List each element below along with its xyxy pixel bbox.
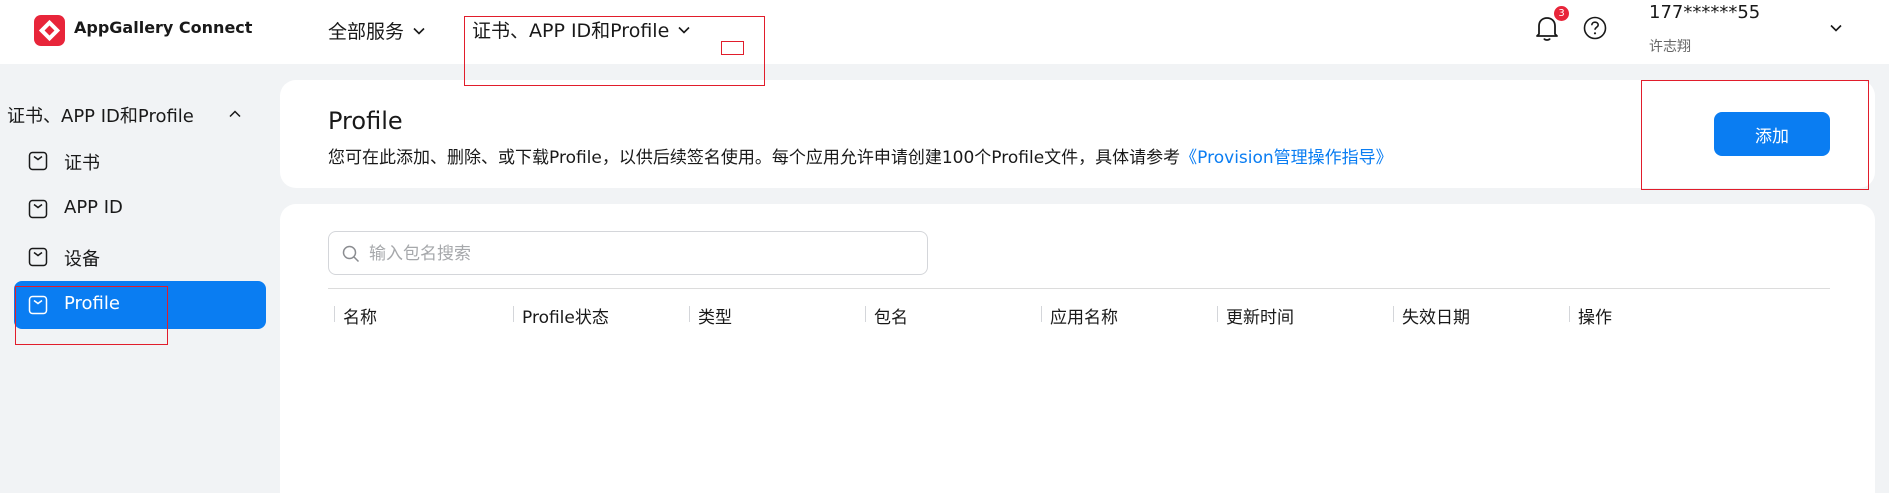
sidebar: 证书、APP ID和Profile 证书 APP ID 设备 Profile bbox=[0, 64, 280, 493]
app-name[interactable]: AppGallery Connect bbox=[74, 18, 252, 37]
chevron-down-icon bbox=[413, 27, 425, 35]
column-header-label: 更新时间 bbox=[1226, 308, 1294, 328]
page-description: 您可在此添加、删除、或下载Profile，以供后续签名使用。每个应用允许申请创建… bbox=[328, 143, 1393, 168]
all-services-menu[interactable]: 全部服务 bbox=[328, 17, 426, 44]
column-divider bbox=[1217, 306, 1218, 322]
sidebar-item-label: 证书 bbox=[64, 153, 100, 174]
user-account-name[interactable]: 177******55 bbox=[1649, 2, 1760, 23]
column-header-label: 名称 bbox=[343, 308, 377, 328]
top-bar: AppGallery Connect 全部服务 证书、APP ID和Profil… bbox=[0, 0, 1889, 64]
chevron-down-icon[interactable] bbox=[1828, 20, 1844, 36]
page-header-card: Profile 您可在此添加、删除、或下载Profile，以供后续签名使用。每个… bbox=[280, 80, 1875, 188]
document-icon bbox=[28, 151, 48, 171]
sidebar-item-app-id[interactable]: APP ID bbox=[14, 185, 266, 233]
column-header-label: 包名 bbox=[874, 308, 908, 328]
search-icon bbox=[342, 245, 360, 263]
sidebar-item-label: 设备 bbox=[64, 249, 100, 270]
column-divider bbox=[1393, 306, 1394, 322]
chevron-up-icon[interactable] bbox=[228, 107, 242, 121]
sidebar-item-certificates[interactable]: 证书 bbox=[14, 137, 266, 185]
annotation-box bbox=[1641, 80, 1869, 190]
column-divider bbox=[865, 306, 866, 322]
search-box[interactable] bbox=[328, 231, 928, 275]
help-icon[interactable] bbox=[1583, 16, 1607, 40]
user-display-name: 许志翔 bbox=[1649, 39, 1691, 55]
annotation-box bbox=[721, 41, 744, 55]
annotation-box bbox=[15, 286, 168, 345]
provision-guide-link[interactable]: 《Provision管理操作指导》 bbox=[1180, 148, 1393, 168]
column-header-label: 操作 bbox=[1578, 308, 1612, 328]
notification-badge: 3 bbox=[1554, 6, 1569, 21]
annotation-box bbox=[464, 16, 765, 86]
column-divider bbox=[1041, 306, 1042, 322]
table-header: 名称 Profile状态 类型 包名 应用名称 更新时间 失效日期 操作 bbox=[328, 288, 1830, 338]
column-divider bbox=[1569, 306, 1570, 322]
column-divider bbox=[513, 306, 514, 322]
page-title: Profile bbox=[328, 107, 403, 135]
column-header-label: Profile状态 bbox=[522, 308, 609, 328]
column-divider bbox=[334, 306, 335, 322]
sidebar-item-devices[interactable]: 设备 bbox=[14, 233, 266, 281]
sidebar-item-label: APP ID bbox=[64, 197, 123, 218]
column-header-label: 失效日期 bbox=[1402, 308, 1470, 328]
description-text: 您可在此添加、删除、或下载Profile，以供后续签名使用。每个应用允许申请创建… bbox=[328, 148, 1181, 168]
column-header-label: 类型 bbox=[698, 308, 732, 328]
column-divider bbox=[689, 306, 690, 322]
appgallery-logo-icon[interactable] bbox=[34, 15, 65, 46]
column-header-label: 应用名称 bbox=[1050, 308, 1118, 328]
search-input[interactable] bbox=[369, 240, 909, 268]
document-icon bbox=[28, 199, 48, 219]
profile-list-card: 名称 Profile状态 类型 包名 应用名称 更新时间 失效日期 操作 bbox=[280, 204, 1875, 493]
all-services-label: 全部服务 bbox=[328, 21, 405, 43]
sidebar-group-header[interactable]: 证书、APP ID和Profile bbox=[7, 102, 194, 128]
document-icon bbox=[28, 247, 48, 267]
